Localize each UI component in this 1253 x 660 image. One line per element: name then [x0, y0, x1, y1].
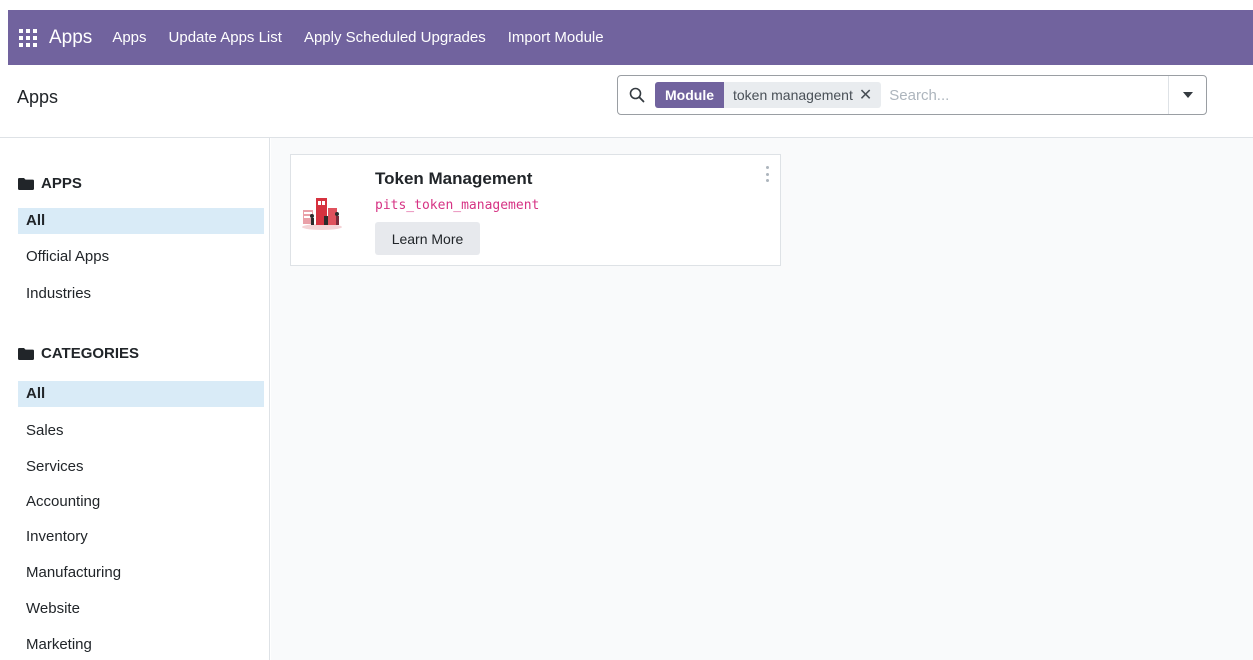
- folder-icon: [18, 347, 34, 360]
- sidebar-item-services[interactable]: Services: [18, 454, 264, 480]
- nav-item-apps[interactable]: Apps: [112, 29, 146, 46]
- sidebar-item-website[interactable]: Website: [18, 596, 264, 622]
- nav-item-apply-scheduled-upgrades[interactable]: Apply Scheduled Upgrades: [304, 29, 486, 46]
- module-title: Token Management: [375, 169, 533, 188]
- search-facet: Module token management ✕: [655, 82, 882, 108]
- folder-icon: [18, 177, 34, 190]
- module-thumbnail-icon: [302, 198, 342, 230]
- facet-remove-icon[interactable]: ✕: [859, 85, 881, 105]
- sidebar-section-apps: APPS: [18, 175, 82, 192]
- search-bar[interactable]: Module token management ✕: [617, 75, 1207, 115]
- sidebar-item-manufacturing[interactable]: Manufacturing: [18, 560, 264, 586]
- nav-item-update-apps-list[interactable]: Update Apps List: [169, 29, 282, 46]
- sidebar-item-official-apps[interactable]: Official Apps: [18, 244, 264, 270]
- caret-down-icon: [1182, 92, 1193, 98]
- learn-more-button[interactable]: Learn More: [375, 222, 480, 255]
- sidebar-section-categories-label: CATEGORIES: [41, 345, 140, 362]
- search-options-toggle[interactable]: [1168, 76, 1206, 114]
- breadcrumb: Apps: [17, 87, 59, 107]
- sidebar-item-industries[interactable]: Industries: [18, 281, 264, 307]
- module-card[interactable]: Token Management pits_token_management L…: [290, 154, 781, 266]
- search-input[interactable]: [889, 80, 1168, 110]
- card-options-icon[interactable]: [764, 166, 770, 182]
- top-navbar: Apps Apps Update Apps List Apply Schedul…: [8, 10, 1253, 65]
- sidebar-item-sales[interactable]: Sales: [18, 418, 264, 444]
- sidebar-filters: APPS All Official Apps Industries CATEGO…: [0, 138, 270, 660]
- app-menu-grid-icon[interactable]: [19, 28, 37, 47]
- sidebar-item-accounting[interactable]: Accounting: [18, 489, 264, 515]
- search-facet-value: token management: [733, 87, 853, 103]
- sidebar-item-inventory[interactable]: Inventory: [18, 524, 264, 550]
- sidebar-section-categories: CATEGORIES: [18, 345, 139, 362]
- search-facet-label: Module: [655, 82, 724, 108]
- control-panel: Apps Module token management ✕: [0, 65, 1253, 138]
- sidebar-item-apps-all[interactable]: All: [18, 208, 264, 234]
- sidebar-item-categories-all[interactable]: All: [18, 381, 264, 407]
- sidebar-section-apps-label: APPS: [41, 175, 82, 192]
- module-technical-name: pits_token_management: [375, 198, 540, 213]
- nav-item-import-module[interactable]: Import Module: [508, 29, 604, 46]
- kanban-view: Token Management pits_token_management L…: [271, 138, 1253, 660]
- navbar-brand[interactable]: Apps: [49, 27, 92, 49]
- sidebar-item-marketing[interactable]: Marketing: [18, 632, 264, 658]
- search-icon[interactable]: [629, 87, 645, 103]
